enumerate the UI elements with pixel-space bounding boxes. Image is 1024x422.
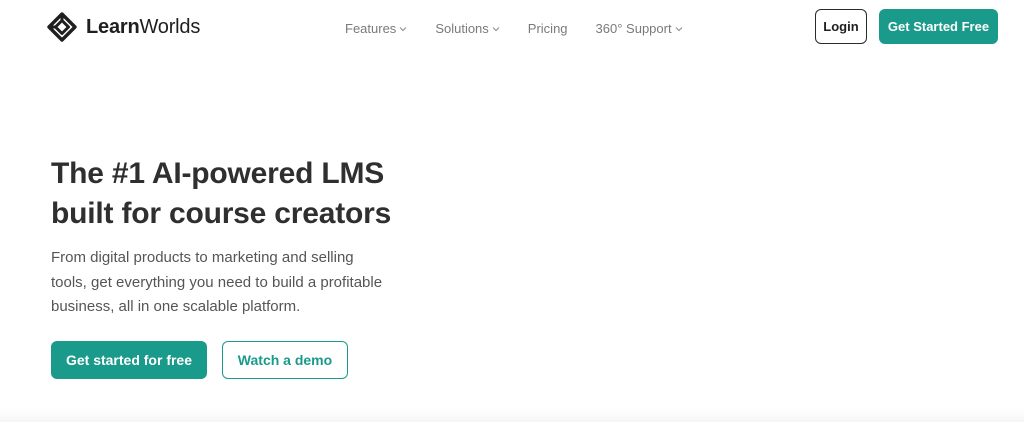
chevron-down-icon xyxy=(399,26,407,31)
top-header: LearnWorlds Features Solutions Pricing 3… xyxy=(0,0,1024,56)
hero-subtitle: From digital products to marketing and s… xyxy=(51,246,421,320)
section-divider xyxy=(0,408,1024,422)
nav-item-solutions[interactable]: Solutions xyxy=(435,20,500,36)
hero-subtitle-line-2: tools, get everything you need to build … xyxy=(51,273,383,291)
get-started-free-button[interactable]: Get Started Free xyxy=(879,9,998,44)
nav-item-support[interactable]: 360° Support xyxy=(596,21,683,36)
chevron-down-icon xyxy=(675,26,682,31)
hero-section: The #1 AI-powered LMS built for course c… xyxy=(0,56,1024,422)
nav-item-label: 360° Support xyxy=(595,20,672,36)
hero-title-line-2: built for course creators xyxy=(51,197,392,230)
nav-item-label: Features xyxy=(345,20,397,36)
learnworlds-diamond-logo-icon xyxy=(47,12,77,42)
brand-name-strong: Learn xyxy=(86,15,140,38)
main-nav: Features Solutions Pricing 360° Support xyxy=(345,18,683,38)
page: LearnWorlds Features Solutions Pricing 3… xyxy=(0,0,1024,422)
login-button[interactable]: Login xyxy=(815,9,867,44)
nav-item-features[interactable]: Features xyxy=(345,21,407,36)
chevron-down-icon xyxy=(492,26,500,31)
get-started-for-free-button[interactable]: Get started for free xyxy=(51,341,207,379)
hero-subtitle-line-1: From digital products to marketing and s… xyxy=(51,249,354,266)
watch-demo-button[interactable]: Watch a demo xyxy=(222,341,348,379)
brand-name: LearnWorlds xyxy=(86,16,200,39)
hero-subtitle-line-3: business, all in one scalable platform. xyxy=(51,298,301,315)
nav-item-label: Pricing xyxy=(527,20,568,36)
brand-name-regular: Worlds xyxy=(139,15,201,38)
hero-title: The #1 AI-powered LMS built for course c… xyxy=(51,154,471,234)
nav-item-label: Solutions xyxy=(435,20,489,36)
hero-title-line-1: The #1 AI-powered LMS xyxy=(51,157,385,190)
brand-logo-link[interactable]: LearnWorlds xyxy=(46,10,200,44)
nav-item-pricing[interactable]: Pricing xyxy=(528,21,568,36)
